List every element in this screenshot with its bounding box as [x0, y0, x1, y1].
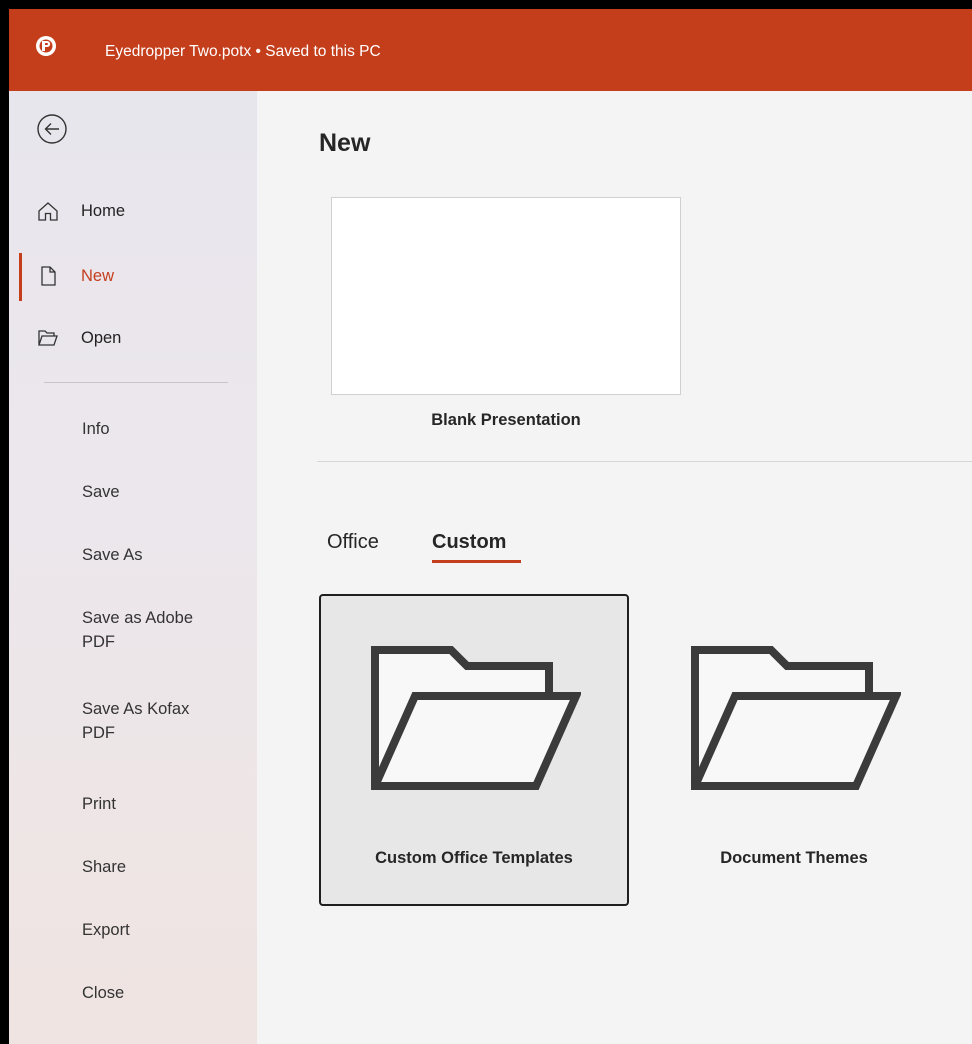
- tab-office[interactable]: Office: [327, 531, 379, 554]
- section-divider: [317, 461, 972, 462]
- back-button[interactable]: [36, 113, 68, 145]
- new-document-icon: [37, 266, 59, 286]
- document-themes-folder[interactable]: Document Themes: [639, 594, 949, 906]
- sidebar-item-save-as-kofax-pdf[interactable]: Save As Kofax PDF: [82, 697, 207, 745]
- sidebar-item-open[interactable]: Open: [19, 318, 247, 358]
- folder-label: Document Themes: [720, 849, 868, 867]
- back-arrow-icon: [37, 114, 67, 144]
- tab-custom[interactable]: Custom: [432, 531, 506, 554]
- page-title: New: [319, 129, 371, 157]
- powerpoint-icon[interactable]: [35, 35, 57, 57]
- sidebar-item-save-as-adobe-pdf[interactable]: Save as Adobe PDF: [82, 606, 207, 654]
- folder-label: Custom Office Templates: [375, 849, 573, 867]
- active-tab-indicator: [432, 560, 521, 563]
- sidebar-item-save[interactable]: Save: [82, 480, 232, 504]
- sidebar-item-share[interactable]: Share: [82, 855, 232, 879]
- sidebar-item-close[interactable]: Close: [82, 981, 232, 1005]
- app-window: Eyedropper Two.potx • Saved to this PC H…: [9, 9, 972, 1044]
- sidebar-item-info[interactable]: Info: [82, 417, 232, 441]
- blank-presentation-label[interactable]: Blank Presentation: [331, 411, 681, 430]
- sidebar-item-label: New: [81, 267, 115, 285]
- backstage-sidebar: Home New Open Info Save Save As Save as …: [9, 91, 257, 1044]
- sidebar-item-save-as[interactable]: Save As: [82, 543, 232, 567]
- home-icon: [37, 201, 59, 221]
- folder-icon: [368, 638, 583, 798]
- sidebar-item-label: Open: [81, 329, 122, 347]
- custom-office-templates-folder[interactable]: Custom Office Templates: [319, 594, 629, 906]
- sidebar-divider: [44, 382, 228, 383]
- folder-icon: [688, 638, 903, 798]
- blank-presentation-thumbnail[interactable]: [331, 197, 681, 395]
- sidebar-item-export[interactable]: Export: [82, 918, 232, 942]
- sidebar-item-home[interactable]: Home: [19, 191, 247, 231]
- sidebar-item-print[interactable]: Print: [82, 792, 232, 816]
- title-bar: Eyedropper Two.potx • Saved to this PC: [9, 9, 972, 91]
- sidebar-item-new[interactable]: New: [19, 253, 247, 301]
- open-folder-icon: [37, 328, 59, 348]
- sidebar-item-label: Home: [81, 202, 126, 220]
- main-pane: New Blank Presentation Office Custom Cus…: [257, 91, 972, 1044]
- document-title: Eyedropper Two.potx • Saved to this PC: [105, 43, 381, 60]
